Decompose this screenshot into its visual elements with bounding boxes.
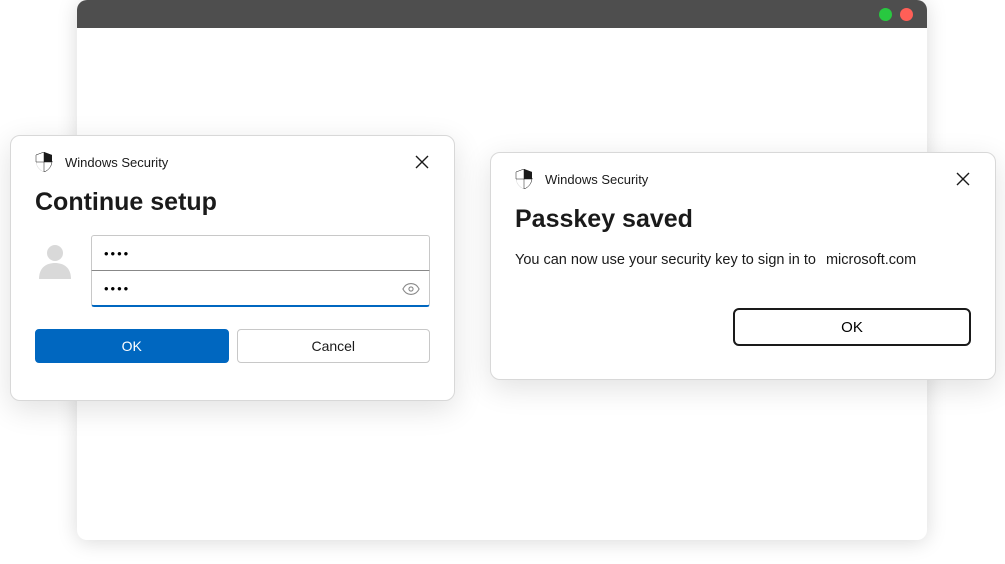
dialog-header: Windows Security xyxy=(515,169,971,189)
security-setup-dialog: Windows Security Continue setup xyxy=(10,135,455,401)
dialog-body-text: You can now use your security key to sig… xyxy=(515,252,971,268)
inputs-column xyxy=(91,235,430,307)
button-row: OK Cancel xyxy=(35,329,430,363)
dialog-window-title: Windows Security xyxy=(65,155,168,170)
passkey-saved-dialog: Windows Security Passkey saved You can n… xyxy=(490,152,996,380)
shield-icon xyxy=(35,152,53,172)
button-row: OK xyxy=(515,308,971,346)
credentials-row xyxy=(35,235,430,307)
reveal-password-icon[interactable] xyxy=(402,280,420,298)
dialog-header-left: Windows Security xyxy=(515,169,648,189)
dialog-heading: Continue setup xyxy=(35,188,430,217)
shield-icon xyxy=(515,169,533,189)
app-titlebar xyxy=(77,0,927,28)
dialog-window-title: Windows Security xyxy=(545,172,648,187)
user-avatar-icon xyxy=(35,239,75,279)
close-button[interactable] xyxy=(955,171,971,187)
dialog-heading: Passkey saved xyxy=(515,205,971,234)
ok-button[interactable]: OK xyxy=(733,308,971,346)
window-minimize-dot[interactable] xyxy=(879,8,892,21)
body-domain-text: microsoft.com xyxy=(826,252,916,268)
dialog-header-left: Windows Security xyxy=(35,152,168,172)
ok-button[interactable]: OK xyxy=(35,329,229,363)
body-prefix-text: You can now use your security key to sig… xyxy=(515,252,816,268)
password-input[interactable] xyxy=(91,271,430,307)
window-close-dot[interactable] xyxy=(900,8,913,21)
close-button[interactable] xyxy=(414,154,430,170)
dialog-header: Windows Security xyxy=(35,152,430,172)
username-input-wrap xyxy=(91,235,430,271)
cancel-button[interactable]: Cancel xyxy=(237,329,431,363)
username-input[interactable] xyxy=(91,235,430,271)
password-input-wrap xyxy=(91,271,430,307)
